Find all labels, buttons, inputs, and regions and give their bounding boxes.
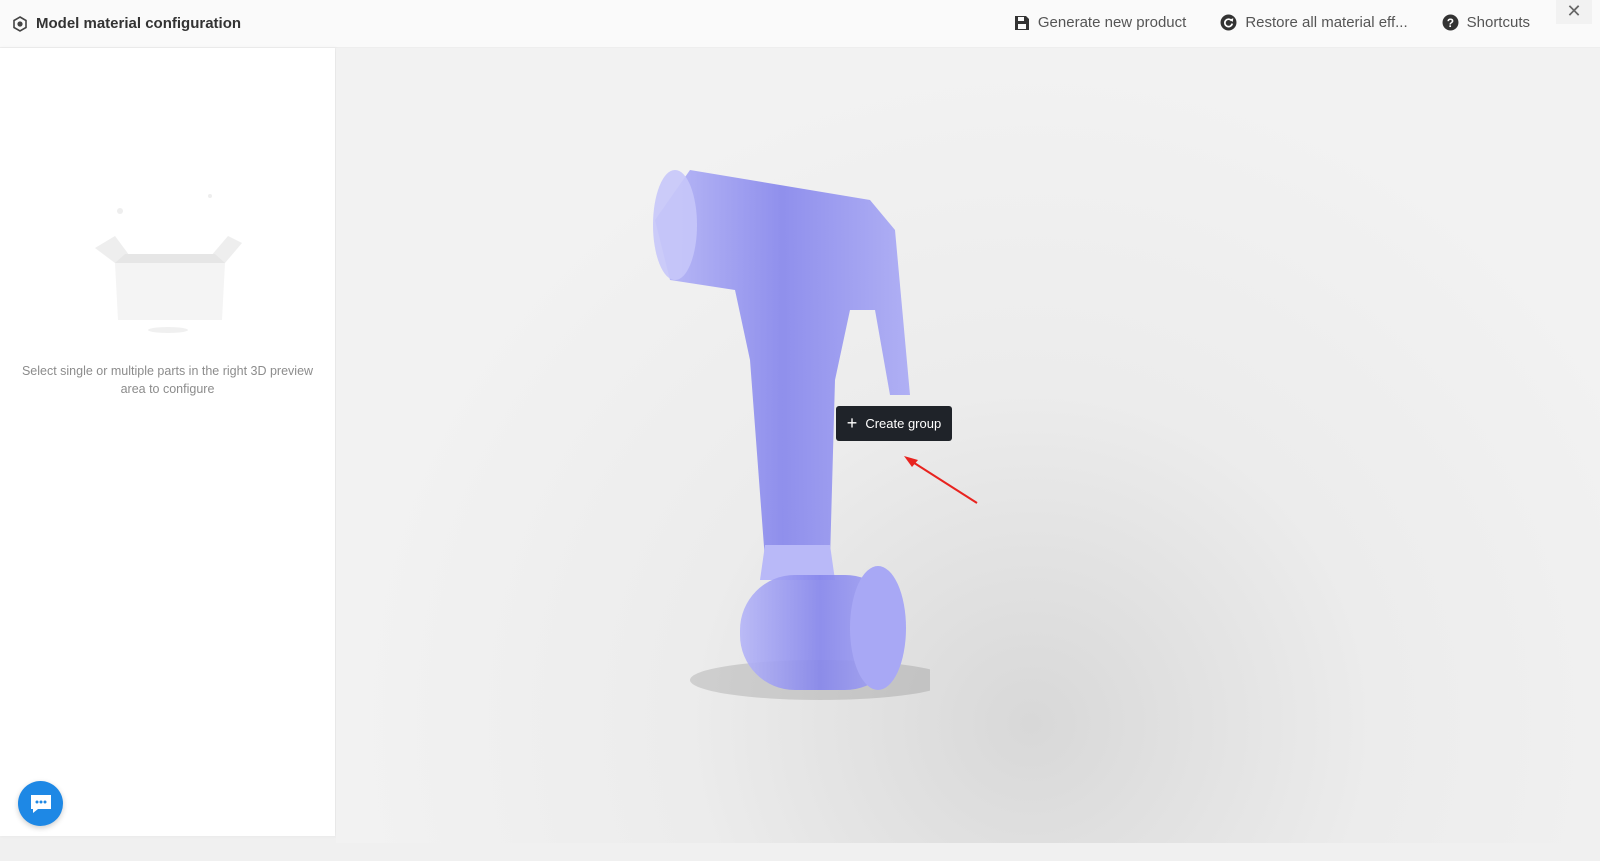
generate-label: Generate new product <box>1037 14 1187 31</box>
empty-state-text: Select single or multiple parts in the r… <box>21 364 314 396</box>
save-icon <box>1014 15 1029 30</box>
restore-materials-button[interactable]: Restore all material eff... <box>1220 14 1408 31</box>
3d-preview-area[interactable] <box>336 48 1600 843</box>
generate-new-product-button[interactable]: Generate new product <box>1014 14 1186 31</box>
shortcuts-label: Shortcuts <box>1466 14 1530 31</box>
empty-box-icon <box>95 194 242 333</box>
page-title: Model material configuration <box>12 15 241 32</box>
annotation-arrow-icon <box>904 456 978 504</box>
header: Model material configuration Generate ne… <box>0 0 1600 48</box>
svg-text:?: ? <box>1447 17 1454 30</box>
hexagon-icon <box>13 15 27 32</box>
chat-icon <box>30 794 51 813</box>
restore-icon <box>1220 14 1237 31</box>
create-group-label: Create group <box>865 416 942 431</box>
config-panel: Select single or multiple parts in the r… <box>0 48 335 836</box>
close-button[interactable]: ✕ <box>1556 0 1592 24</box>
title-text: Model material configuration <box>36 15 242 32</box>
restore-label: Restore all material eff... <box>1245 14 1408 31</box>
chat-support-button[interactable] <box>18 781 63 826</box>
help-icon: ? <box>1442 14 1459 31</box>
plus-icon: + <box>846 413 858 433</box>
shortcuts-button[interactable]: ? Shortcuts <box>1442 14 1530 31</box>
create-group-button[interactable]: + Create group <box>836 406 952 441</box>
